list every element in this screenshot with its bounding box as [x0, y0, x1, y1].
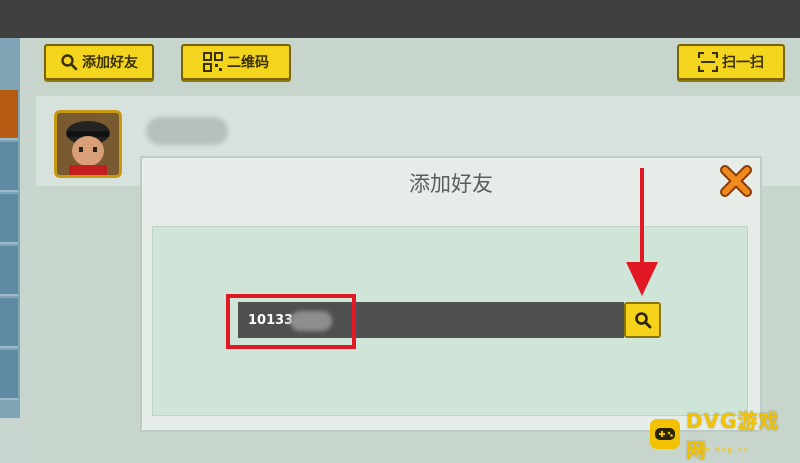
pointer-arrow-head — [626, 262, 658, 296]
watermark-subtext: www.dvg.cn — [688, 446, 751, 454]
top-bar — [0, 0, 800, 38]
pointer-arrow-shaft — [640, 168, 644, 268]
left-tab[interactable] — [0, 350, 18, 400]
gamepad-icon — [650, 419, 680, 449]
add-friend-label: 添加好友 — [82, 55, 138, 71]
search-icon — [61, 54, 78, 71]
dialog-title: 添加好友 — [409, 172, 493, 196]
watermark-text: DVG游戏网 — [685, 409, 780, 462]
magnifier-icon — [634, 312, 651, 329]
scan-button[interactable]: 扫一扫 — [677, 44, 785, 80]
qr-code-icon — [203, 52, 223, 72]
blurred-friend-name — [146, 117, 228, 145]
search-button[interactable] — [624, 302, 661, 338]
left-tab[interactable] — [0, 142, 18, 192]
highlight-box — [226, 294, 356, 349]
left-tab[interactable] — [0, 298, 18, 348]
character-avatar-icon — [57, 113, 119, 175]
left-tab[interactable] — [0, 194, 18, 244]
close-button[interactable] — [717, 162, 755, 200]
left-tab[interactable] — [0, 246, 18, 296]
scan-label: 扫一扫 — [722, 55, 764, 71]
friend-avatar[interactable] — [54, 110, 122, 178]
add-friend-button[interactable]: 添加好友 — [44, 44, 154, 80]
close-x-icon — [720, 165, 752, 197]
left-tab-active[interactable] — [0, 90, 18, 140]
qr-code-label: 二维码 — [227, 55, 269, 71]
scan-icon — [698, 52, 718, 72]
qr-code-button[interactable]: 二维码 — [181, 44, 291, 80]
